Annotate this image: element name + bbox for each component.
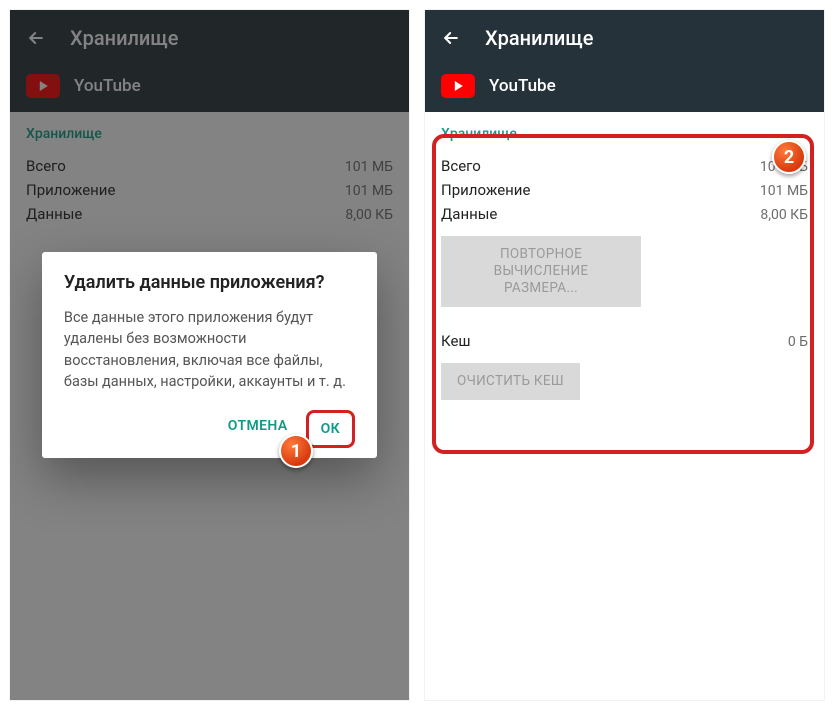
dialog-actions: ОТМЕНА ОК	[64, 410, 355, 448]
clear-cache-button[interactable]: ОЧИСТИТЬ КЕШ	[441, 363, 580, 400]
recompute-size-button[interactable]: ПОВТОРНОЕ ВЫЧИСЛЕНИЕ РАЗМЕРА...	[441, 236, 641, 307]
storage-content: Хранилище Всего 101 МБ Приложение 101 МБ…	[425, 112, 824, 700]
dialog-title: Удалить данные приложения?	[64, 272, 355, 293]
ok-button[interactable]: ОК	[306, 410, 355, 448]
confirm-dialog: Удалить данные приложения? Все данные эт…	[42, 252, 377, 457]
back-icon[interactable]	[441, 28, 461, 48]
section-label: Хранилище	[441, 126, 808, 142]
row-data: Данные 8,00 КБ	[441, 202, 808, 226]
row-label: Приложение	[441, 181, 530, 199]
page-title: Хранилище	[485, 26, 593, 50]
row-value: 8,00 КБ	[760, 207, 808, 223]
modal-overlay: Удалить данные приложения? Все данные эт…	[10, 10, 409, 700]
appbar: Хранилище	[425, 10, 824, 66]
step-badge-2: 2	[772, 140, 806, 174]
row-cache: Кеш 0 Б	[441, 329, 808, 353]
youtube-icon	[441, 74, 475, 98]
screenshot-right: Хранилище YouTube Хранилище Всего 101 МБ…	[425, 10, 824, 700]
row-total: Всего 101 МБ	[441, 154, 808, 178]
app-row: YouTube	[425, 66, 824, 112]
screenshot-left: Хранилище YouTube Хранилище Всего 101 МБ…	[10, 10, 409, 700]
row-label: Всего	[441, 157, 481, 175]
app-name: YouTube	[489, 76, 556, 96]
dialog-body: Все данные этого приложения будут удален…	[64, 307, 355, 391]
row-value: 101 МБ	[760, 183, 808, 199]
row-appsize: Приложение 101 МБ	[441, 178, 808, 202]
row-value: 0 Б	[788, 334, 808, 350]
step-badge-1: 1	[279, 434, 313, 468]
row-label: Кеш	[441, 332, 471, 350]
row-label: Данные	[441, 205, 497, 223]
